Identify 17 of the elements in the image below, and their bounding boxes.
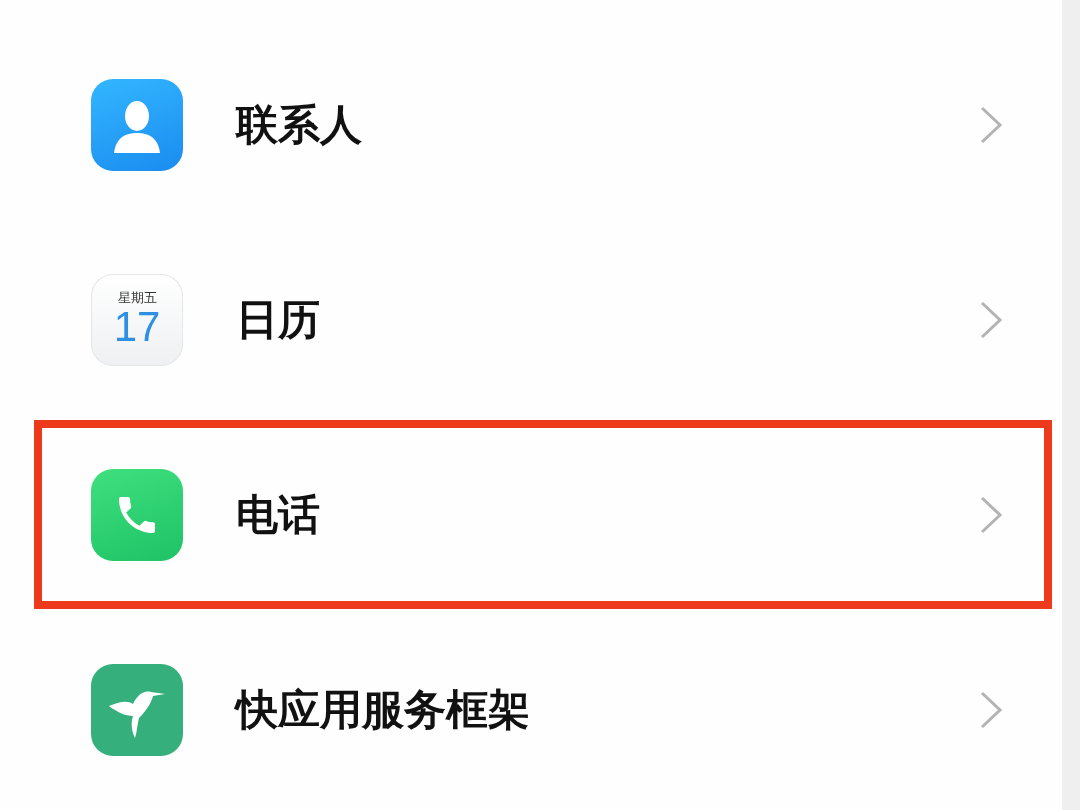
settings-row[interactable]: 星期五 17 日历 <box>34 225 1052 414</box>
app-name: 电话 <box>236 488 321 541</box>
app-name: 联系人 <box>236 98 363 151</box>
bird-app-icon <box>91 663 183 756</box>
contact-app-icon <box>91 78 183 171</box>
chevron-right-icon <box>978 689 1004 730</box>
calendar-day: 17 <box>113 306 161 348</box>
settings-row[interactable]: 联系人 <box>34 30 1052 219</box>
app-name: 快应用服务框架 <box>236 683 531 736</box>
phone-app-icon <box>91 468 183 561</box>
calendar-weekday: 星期五 <box>117 291 157 304</box>
chevron-right-icon <box>978 104 1004 145</box>
chevron-right-icon <box>978 299 1004 340</box>
chevron-right-icon <box>978 494 1004 535</box>
settings-row[interactable]: 快应用服务框架 <box>34 615 1052 804</box>
highlighted-settings-row[interactable]: 电话 <box>34 420 1052 609</box>
app-name: 日历 <box>236 293 321 346</box>
